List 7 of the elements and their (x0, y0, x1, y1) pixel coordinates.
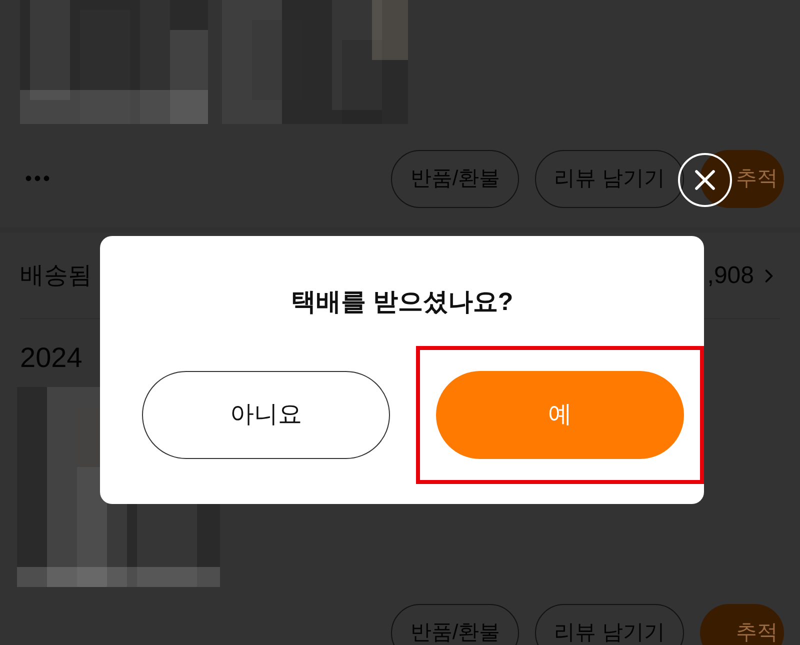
confirm-button[interactable]: 예 (436, 370, 684, 458)
close-button[interactable] (678, 153, 732, 207)
track-button[interactable]: 추적 (700, 604, 784, 645)
more-label[interactable]: ••• (25, 164, 52, 194)
dialog-title: 택배를 받으셨나요? (290, 287, 514, 318)
track-button[interactable]: 추적 (700, 150, 784, 208)
cancel-button[interactable]: 아니요 (142, 370, 390, 458)
